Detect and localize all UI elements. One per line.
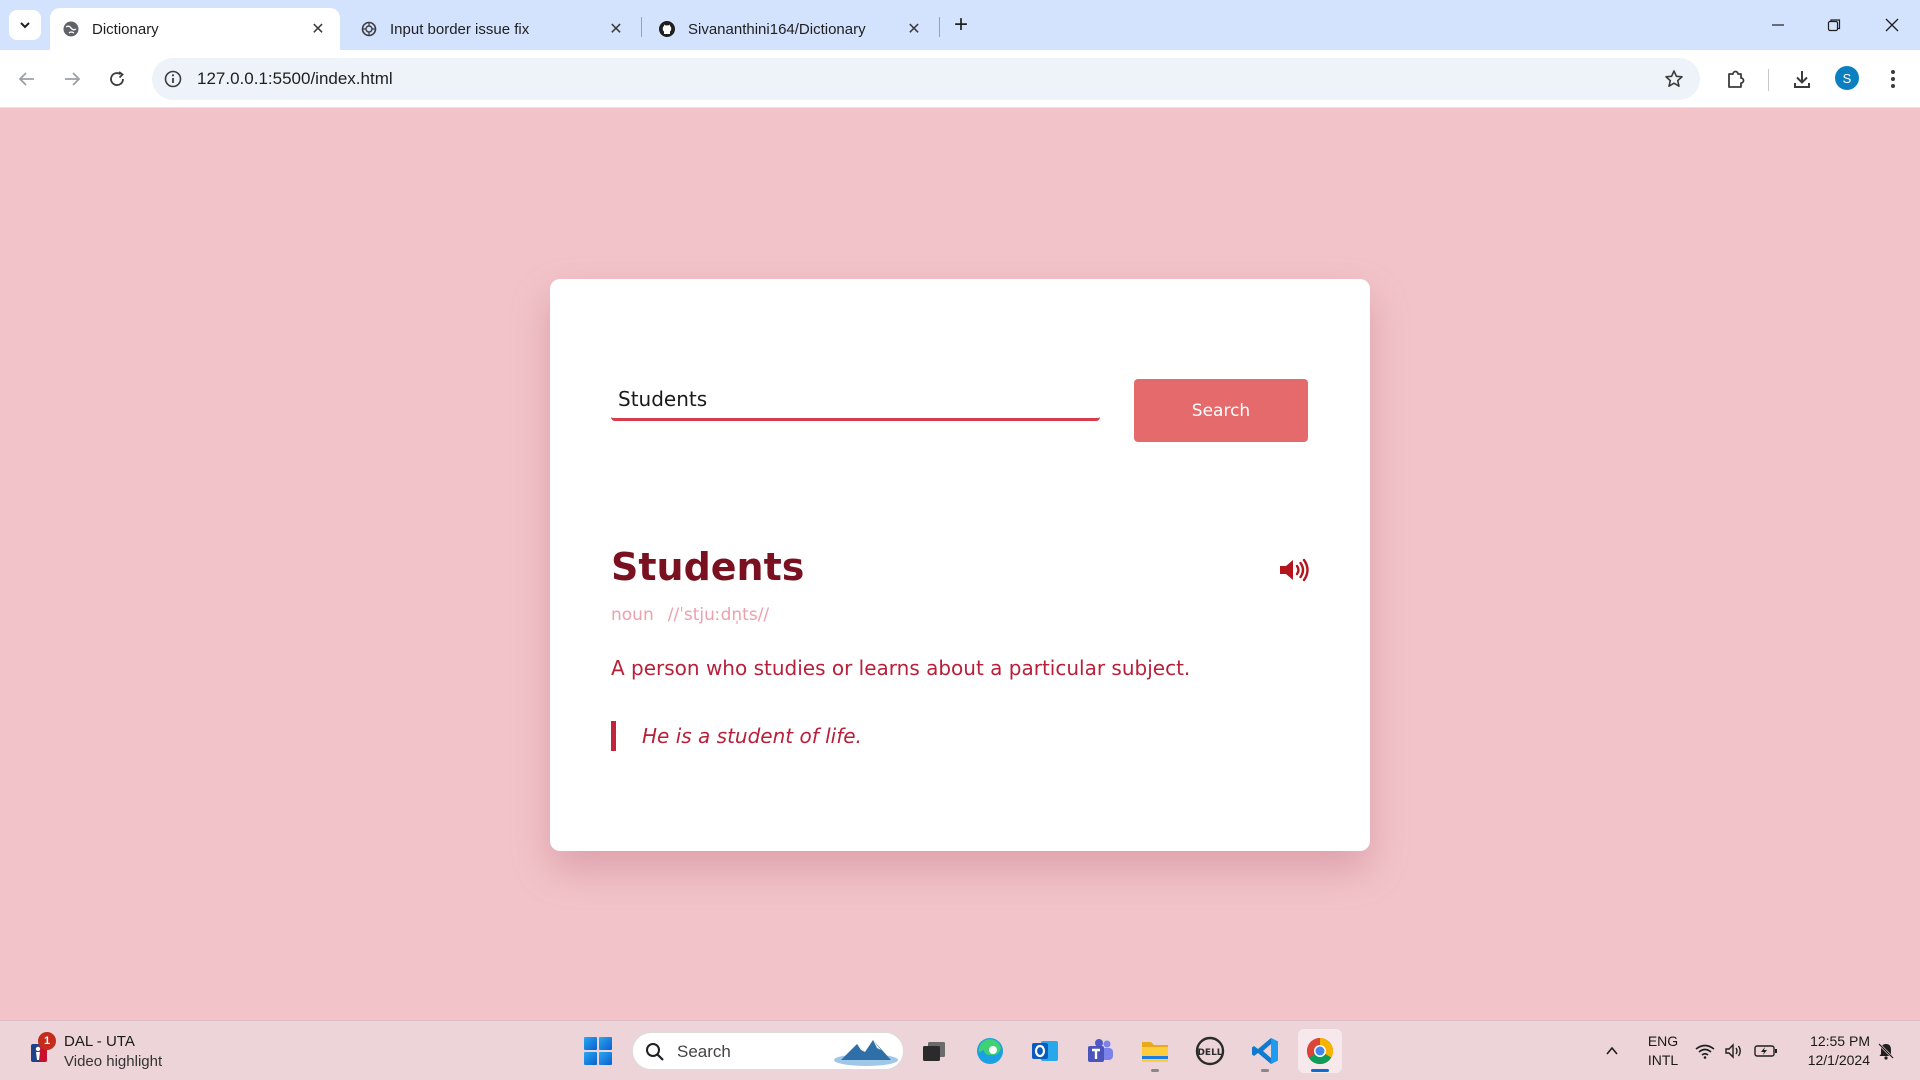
tab-title: Input border issue fix — [390, 20, 530, 38]
volume-status[interactable] — [1722, 1021, 1746, 1080]
site-info-icon[interactable] — [162, 68, 184, 90]
clock-date: 12/1/2024 — [1807, 1052, 1870, 1068]
news-subtitle: Video highlight — [64, 1053, 163, 1070]
tab-input-border-issue-fix[interactable]: Input border issue fix ✕ — [348, 8, 638, 50]
running-indicator — [1151, 1069, 1159, 1072]
arrow-right-icon — [65, 72, 81, 86]
vscode-button[interactable] — [1243, 1029, 1287, 1073]
vscode-icon — [1252, 1038, 1278, 1064]
news-widget[interactable]: 1 DAL - UTA Video highlight — [24, 1029, 194, 1073]
svg-text:DELL: DELL — [1197, 1048, 1222, 1058]
teams-button[interactable] — [1078, 1029, 1122, 1073]
speaker-icon[interactable] — [1278, 556, 1310, 584]
close-tab-icon[interactable]: ✕ — [606, 19, 626, 39]
notification-badge: 1 — [38, 1032, 56, 1050]
taskbar-search-box[interactable]: Search — [632, 1032, 904, 1070]
dell-icon: DELL — [1195, 1036, 1225, 1066]
phonetic: //ˈstjuːdn̩ts// — [667, 605, 770, 625]
running-indicator — [1261, 1069, 1269, 1072]
url-text[interactable]: 127.0.0.1:5500/index.html — [197, 69, 393, 89]
tab-title: Dictionary — [92, 20, 159, 38]
taskbar-search-placeholder: Search — [677, 1042, 731, 1061]
part-of-speech: noun — [611, 605, 654, 625]
restore-icon — [1827, 19, 1841, 32]
task-view-icon — [923, 1042, 945, 1061]
task-view-button[interactable] — [912, 1029, 956, 1073]
input-language-indicator[interactable]: ENG INTL — [1643, 1032, 1683, 1070]
wifi-status[interactable] — [1693, 1021, 1717, 1080]
search-icon — [646, 1043, 664, 1061]
notification-center-button[interactable] — [1872, 1021, 1900, 1080]
reload-button[interactable] — [101, 63, 133, 95]
dictionary-card: Search Students noun //ˈstjuːdn̩ts// A p… — [550, 279, 1370, 851]
download-icon — [1794, 71, 1810, 88]
windows-taskbar: 1 DAL - UTA Video highlight Search DELL — [0, 1020, 1920, 1080]
wifi-icon — [1695, 1044, 1715, 1059]
close-window-button[interactable] — [1864, 0, 1920, 50]
browser-toolbar: 127.0.0.1:5500/index.html — [0, 50, 1920, 108]
tab-dictionary[interactable]: Dictionary ✕ — [50, 8, 340, 50]
bookmark-star-icon[interactable] — [1662, 67, 1686, 91]
edge-icon — [977, 1038, 1003, 1064]
search-highlight-icon — [834, 1040, 898, 1066]
file-explorer-button[interactable] — [1133, 1029, 1177, 1073]
tab-separator — [641, 17, 642, 37]
browser-menu-button[interactable] — [1877, 63, 1909, 95]
system-clock[interactable]: 12:55 PM 12/1/2024 — [1790, 1032, 1870, 1070]
tab-github-dictionary[interactable]: Sivananthini164/Dictionary ✕ — [646, 8, 936, 50]
dell-button[interactable]: DELL — [1188, 1029, 1232, 1073]
close-tab-icon[interactable]: ✕ — [904, 19, 924, 39]
result-word: Students — [611, 545, 805, 589]
battery-charging-icon — [1754, 1045, 1777, 1057]
address-bar[interactable]: 127.0.0.1:5500/index.html — [152, 58, 1700, 100]
windows-start-icon[interactable] — [583, 1036, 613, 1066]
github-icon — [658, 20, 676, 38]
tab-separator — [939, 17, 940, 37]
reload-icon — [110, 71, 124, 86]
browser-tab-strip: Dictionary ✕ Input border issue fix ✕ Si… — [0, 0, 1920, 50]
clock-time: 12:55 PM — [1810, 1033, 1870, 1049]
close-tab-icon[interactable]: ✕ — [308, 19, 328, 39]
outlook-icon — [1032, 1041, 1058, 1061]
close-icon — [1885, 18, 1899, 32]
toolbar-separator — [1768, 69, 1769, 91]
tab-title: Sivananthini164/Dictionary — [688, 20, 866, 38]
word-search-input[interactable] — [611, 379, 1100, 421]
extensions-button[interactable] — [1720, 63, 1752, 95]
chevron-up-icon — [1606, 1046, 1618, 1055]
outlook-button[interactable] — [1023, 1029, 1067, 1073]
news-title: DAL - UTA — [64, 1033, 135, 1050]
minimize-icon — [1772, 24, 1784, 26]
arrow-left-icon — [18, 72, 34, 86]
language-code: ENG — [1647, 1033, 1679, 1049]
teams-icon — [1088, 1039, 1113, 1062]
downloads-button[interactable] — [1786, 63, 1818, 95]
puzzle-icon — [1728, 70, 1745, 88]
active-indicator — [1311, 1069, 1329, 1072]
bell-do-not-disturb-icon — [1878, 1043, 1894, 1060]
more-vertical-icon — [1891, 70, 1895, 88]
chevron-down-icon — [20, 22, 30, 29]
restore-button[interactable] — [1806, 0, 1862, 50]
forward-button[interactable] — [56, 63, 88, 95]
edge-button[interactable] — [968, 1029, 1012, 1073]
search-button[interactable]: Search — [1134, 379, 1308, 442]
file-explorer-icon — [1142, 1042, 1168, 1062]
volume-icon — [1725, 1043, 1741, 1059]
openai-icon — [360, 20, 378, 38]
tab-search-button[interactable] — [9, 10, 41, 40]
show-hidden-icons-button[interactable] — [1598, 1021, 1626, 1080]
keyboard-layout: INTL — [1647, 1052, 1679, 1068]
globe-icon — [62, 20, 80, 38]
chrome-button[interactable] — [1298, 1029, 1342, 1073]
battery-status[interactable] — [1752, 1021, 1780, 1080]
new-tab-button[interactable]: + — [948, 11, 974, 38]
back-button[interactable] — [11, 63, 43, 95]
definition-text: A person who studies or learns about a p… — [611, 656, 1191, 680]
profile-avatar[interactable]: S — [1835, 66, 1859, 90]
example-quote: He is a student of life. — [611, 721, 862, 751]
word-details: noun //ˈstjuːdn̩ts// — [611, 605, 769, 625]
chrome-icon — [1306, 1037, 1334, 1065]
minimize-button[interactable] — [1750, 0, 1806, 50]
